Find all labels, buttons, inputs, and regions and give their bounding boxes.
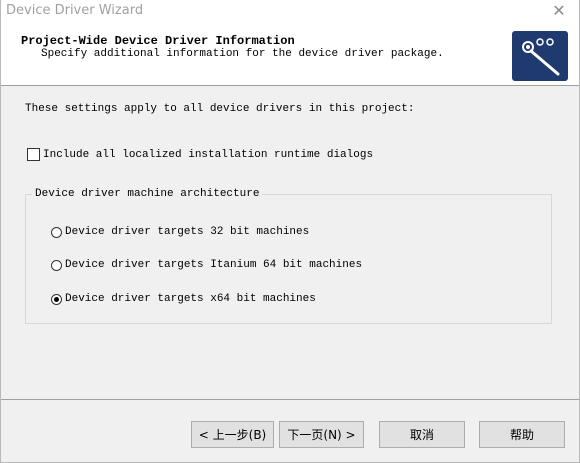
radio-label: Device driver targets 32 bit machines [65,226,310,238]
checkbox-label: Include all localized installation runti… [43,148,374,161]
group-label: Device driver machine architecture [32,188,263,200]
radio-32bit[interactable] [51,226,62,238]
next-button[interactable]: 下一页(N) > [279,421,364,448]
installshield-logo-icon [512,31,568,81]
help-button[interactable]: 帮助 [479,421,565,448]
radio-32bit-row[interactable]: Device driver targets 32 bit machines [51,226,309,238]
cancel-button[interactable]: 取消 [379,421,465,448]
localized-dialogs-checkbox[interactable] [27,148,40,161]
localized-dialogs-checkbox-row[interactable]: Include all localized installation runti… [27,148,373,161]
radio-x64-row[interactable]: Device driver targets x64 bit machines [51,293,316,305]
page-title: Project-Wide Device Driver Information [21,34,295,48]
page-subtitle: Specify additional information for the d… [41,48,444,60]
window-title: Device Driver Wizard [6,3,144,18]
intro-text: These settings apply to all device drive… [25,103,415,115]
footer-divider [1,399,579,400]
radio-label: Device driver targets x64 bit machines [65,293,316,305]
title-bar: Device Driver Wizard ✕ [1,0,579,22]
wizard-window: Device Driver Wizard ✕ Project-Wide Devi… [0,0,580,463]
back-button[interactable]: < 上一步(B) [191,421,274,448]
radio-x64[interactable] [51,293,62,305]
radio-itanium-row[interactable]: Device driver targets Itanium 64 bit mac… [51,259,362,271]
radio-itanium[interactable] [51,259,62,271]
close-icon: ✕ [552,3,566,20]
wizard-header: Project-Wide Device Driver Information S… [1,22,579,86]
radio-label: Device driver targets Itanium 64 bit mac… [65,259,363,271]
close-button[interactable]: ✕ [545,0,573,22]
